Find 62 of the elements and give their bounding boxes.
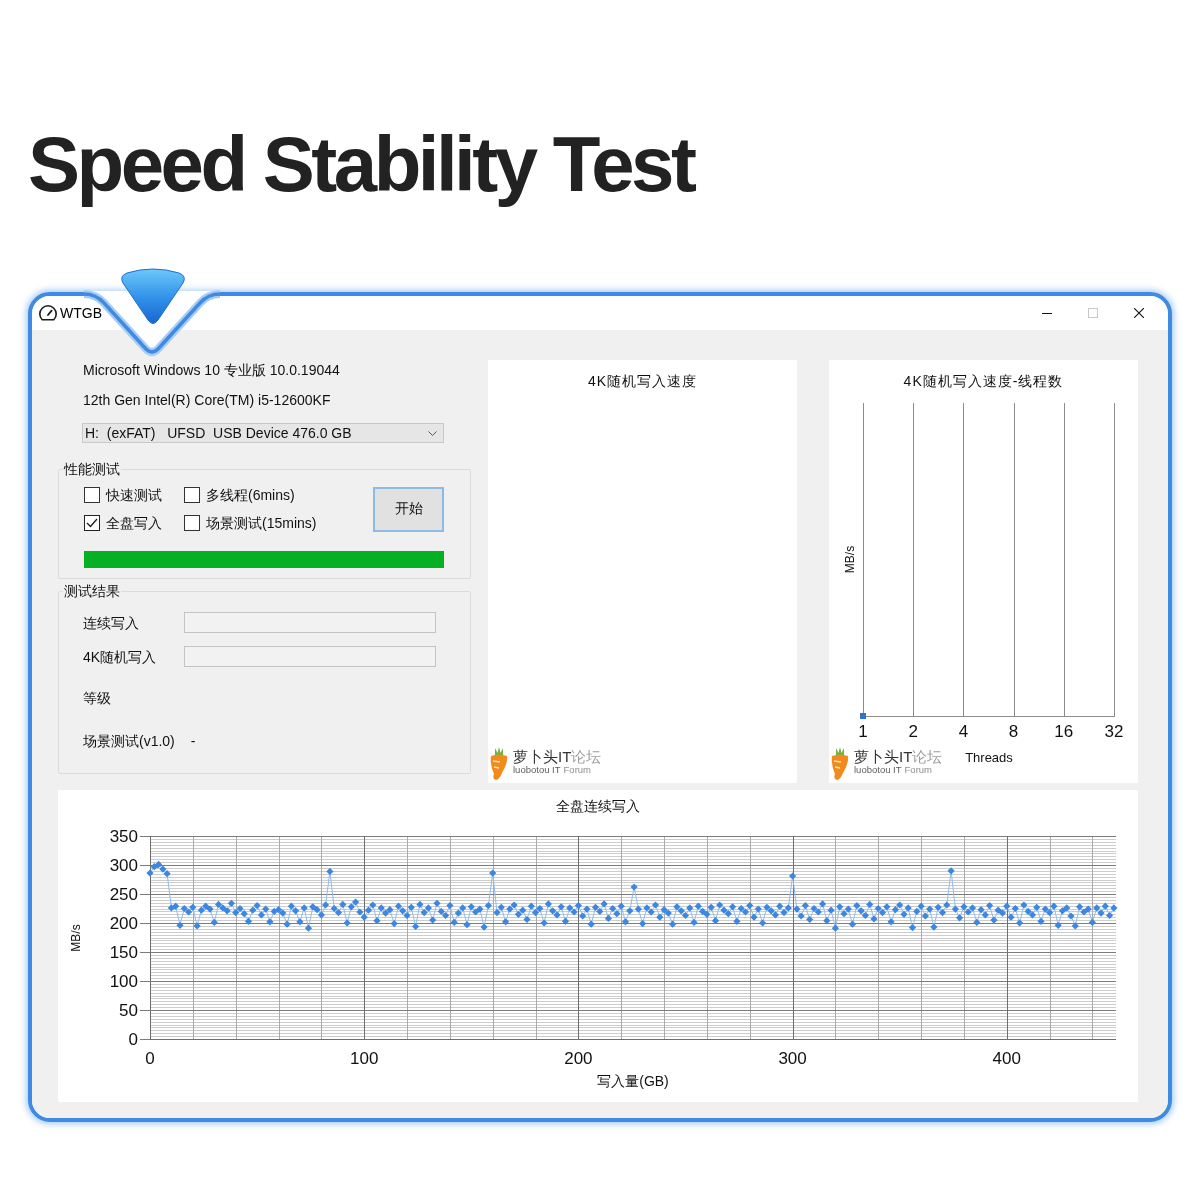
scenario-label: 场景测试(v1.0) — [83, 732, 175, 750]
chart-title: 全盘连续写入 — [556, 798, 640, 814]
axis-tick-label: 400 — [992, 1049, 1021, 1068]
result-field[interactable] — [184, 612, 436, 633]
axis-tick-label: 32 — [1104, 722, 1124, 741]
field-label: 连续写入 — [83, 613, 139, 632]
checkbox[interactable] — [184, 487, 200, 503]
axis-tick-label: 4 — [958, 722, 969, 741]
scenario-value: - — [190, 732, 196, 750]
chevron-down-icon — [428, 430, 437, 436]
grade-label: 等级 — [83, 689, 111, 707]
axis-tick-label: 100 — [109, 972, 138, 991]
forum-logo-subtitle: luobotou IT Forum — [513, 765, 591, 775]
maximize-icon — [1088, 308, 1098, 318]
checkbox-label[interactable]: 全盘写入 — [106, 514, 162, 532]
axis-title: MB/s — [69, 924, 83, 952]
axis-tick-label: 250 — [109, 885, 138, 904]
axis-tick-label: 16 — [1054, 722, 1074, 741]
result-field[interactable] — [184, 646, 436, 667]
checkbox[interactable] — [184, 515, 200, 531]
minimize-icon — [1042, 312, 1052, 314]
gauge-icon — [38, 303, 58, 323]
axis-title: Threads — [965, 750, 1013, 766]
axis-title: MB/s — [843, 545, 857, 574]
start-button[interactable]: 开始 — [373, 486, 444, 532]
carrot-icon — [831, 746, 849, 780]
forum-logo-subtitle: luobotou IT Forum — [854, 765, 932, 775]
group-title: 测试结果 — [63, 582, 121, 600]
checkmark-icon — [86, 518, 98, 528]
axis-tick-label: 2 — [908, 722, 918, 741]
checkbox-label[interactable]: 场景测试(15mins) — [206, 514, 317, 532]
axis-tick-label: 350 — [109, 827, 138, 846]
field-label: 4K随机写入 — [83, 647, 157, 666]
axis-tick-label: 300 — [109, 856, 138, 875]
chart-title: 4K随机写入速度-线程数 — [903, 372, 1064, 390]
axis-tick-label: 8 — [1008, 722, 1019, 741]
window-title: WTGB — [60, 304, 102, 322]
carrot-icon — [490, 746, 508, 780]
axis-tick-label: 0 — [145, 1049, 155, 1068]
axis-tick-label: 200 — [564, 1049, 593, 1068]
checkbox-label[interactable]: 多线程(6mins) — [206, 486, 295, 504]
system-info-text: 12th Gen Intel(R) Core(TM) i5-12600KF — [83, 391, 331, 409]
close-icon — [1134, 308, 1144, 318]
axis-tick-label: 200 — [109, 914, 138, 933]
checkbox-label[interactable]: 快速测试 — [106, 486, 162, 504]
system-info-text: Microsoft Windows 10 专业版 10.0.19044 — [83, 361, 340, 379]
group-title: 性能测试 — [63, 460, 121, 478]
forum-logo-name: 萝卜头IT论坛 — [854, 748, 943, 765]
chart-title: 4K随机写入速度 — [587, 372, 698, 390]
axis-tick-label: 0 — [128, 1030, 138, 1049]
drive-dropdown[interactable]: H: (exFAT) UFSD USB Device 476.0 GB — [82, 423, 444, 443]
axis-tick-label: 150 — [109, 943, 138, 962]
forum-logo-name: 萝卜头IT论坛 — [513, 748, 602, 765]
axis-tick-label: 1 — [858, 722, 868, 741]
triangle-marker-icon — [121, 268, 185, 324]
axis-tick-label: 50 — [119, 1001, 138, 1020]
checkbox[interactable] — [84, 487, 100, 503]
data-point-icon — [860, 713, 866, 719]
checkbox[interactable] — [84, 515, 100, 531]
axis-title: 写入量(GB) — [597, 1073, 669, 1089]
axis-tick-label: 300 — [778, 1049, 807, 1068]
axis-tick-label: 100 — [350, 1049, 379, 1068]
